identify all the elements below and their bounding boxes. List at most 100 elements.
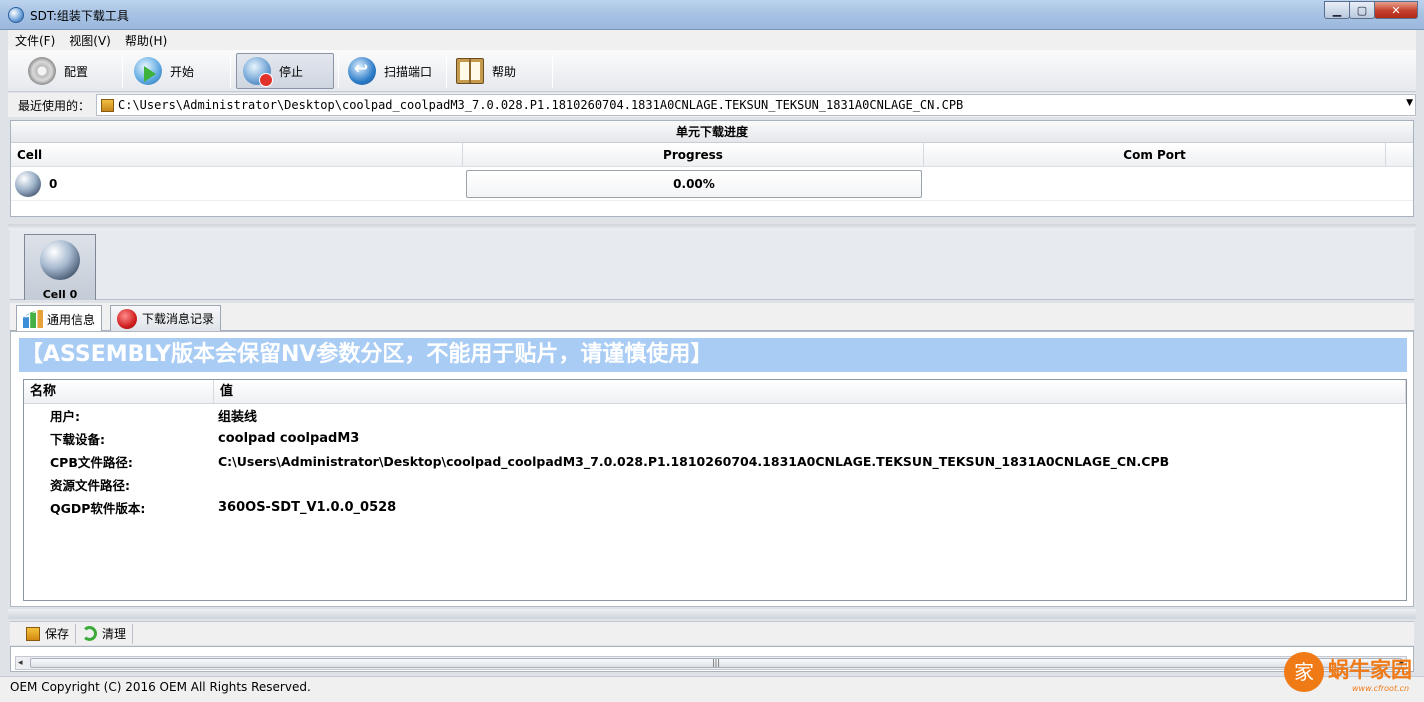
cell-tab-strip: Cell 0 xyxy=(10,230,1414,301)
scan-port-label: 扫描端口 xyxy=(384,64,433,79)
start-icon xyxy=(134,57,162,85)
info-table: 名称 值 用户: 组装线 下载设备: coolpad coolpadM3 CPB… xyxy=(23,379,1407,601)
message-log-icon xyxy=(117,308,137,329)
stop-button[interactable]: 停止 xyxy=(236,53,334,89)
table-row[interactable]: QGDP软件版本: 360OS-SDT_V1.0.0_0528 xyxy=(24,496,1406,519)
recent-bar: 最近使用的： C:\Users\Administrator\Desktop\co… xyxy=(8,93,1416,117)
tab-general-info[interactable]: 通用信息 xyxy=(16,305,103,332)
cell-table-header: Cell Progress Com Port xyxy=(11,143,1413,167)
toolbar-separator xyxy=(230,54,231,88)
toolbar-separator xyxy=(446,54,447,88)
help-label: 帮助 xyxy=(492,64,517,79)
toolbar-separator xyxy=(122,54,123,88)
table-row[interactable]: 用户: 组装线 xyxy=(24,404,1406,427)
table-row[interactable]: 资源文件路径: xyxy=(24,473,1406,496)
menu-bar: 文件(F) 视图(V) 帮助(H) xyxy=(8,30,1416,50)
refresh-icon xyxy=(82,626,98,641)
chevron-down-icon[interactable]: ▼ xyxy=(1406,98,1413,108)
stop-icon xyxy=(243,57,273,87)
info-key: 用户: xyxy=(50,409,80,424)
bar-chart-icon xyxy=(23,310,43,328)
scan-port-icon xyxy=(348,57,376,85)
cell-id-cell: 0 xyxy=(11,170,463,197)
log-splitter[interactable] xyxy=(8,609,1416,619)
col-cell[interactable]: Cell xyxy=(11,143,463,166)
app-icon xyxy=(8,7,24,23)
save-icon xyxy=(26,626,40,641)
toolbar-separator xyxy=(338,54,339,88)
col-com-port[interactable]: Com Port xyxy=(924,143,1386,166)
recent-file-path: C:\Users\Administrator\Desktop\coolpad_c… xyxy=(118,98,964,112)
stop-label: 停止 xyxy=(279,64,304,79)
close-button[interactable]: ✕ xyxy=(1374,1,1418,19)
menu-view[interactable]: 视图(V) xyxy=(62,32,118,49)
scroll-left-icon[interactable]: ◂ xyxy=(18,657,23,669)
info-table-header: 名称 值 xyxy=(24,380,1406,404)
info-value: 360OS-SDT_V1.0.0_0528 xyxy=(218,500,397,515)
clear-button[interactable]: 清理 xyxy=(76,623,134,644)
recent-label: 最近使用的： xyxy=(18,98,91,113)
save-button[interactable]: 保存 xyxy=(20,623,77,644)
watermark-badge: 家 xyxy=(1284,652,1324,692)
info-value: 组装线 xyxy=(218,410,258,425)
window-controls: ▁ ▢ ✕ xyxy=(1324,1,1418,19)
title-bar: SDT:组装下载工具 ▁ ▢ ✕ xyxy=(0,0,1424,30)
table-row[interactable]: 下载设备: coolpad coolpadM3 xyxy=(24,427,1406,450)
recent-file-combobox[interactable]: C:\Users\Administrator\Desktop\coolpad_c… xyxy=(96,94,1416,116)
globe-icon xyxy=(40,240,80,280)
window-title: SDT:组装下载工具 xyxy=(30,9,129,23)
col-value[interactable]: 值 xyxy=(214,380,1406,403)
device-globe-icon xyxy=(15,170,41,197)
gear-icon xyxy=(28,57,56,85)
log-toolbar: 保存 清理 xyxy=(10,621,1414,645)
watermark-text: 蜗牛家园 xyxy=(1328,657,1412,682)
download-progress-bar: 0.00% xyxy=(466,169,922,198)
start-label: 开始 xyxy=(170,64,195,79)
watermark-url: www.cfroot.cn xyxy=(1352,684,1410,693)
cell-progress-header: 单元下载进度 xyxy=(11,121,1413,143)
help-button[interactable]: 帮助 xyxy=(450,53,550,89)
table-row[interactable]: CPB文件路径: C:\Users\Administrator\Desktop\… xyxy=(24,450,1406,473)
maximize-button[interactable]: ▢ xyxy=(1349,1,1375,19)
tab-download-log[interactable]: 下载消息记录 xyxy=(110,305,222,331)
config-button[interactable]: 配置 xyxy=(22,53,122,89)
scrollbar-grip: ||| xyxy=(711,658,721,667)
info-value: coolpad coolpadM3 xyxy=(218,431,360,446)
info-key: 下载设备: xyxy=(50,432,105,447)
warning-banner: 【ASSEMBLY版本会保留NV参数分区，不能用于贴片，请谨慎使用】 xyxy=(19,338,1407,372)
info-key: 资源文件路径: xyxy=(50,478,130,493)
clear-label: 清理 xyxy=(102,627,127,641)
toolbar-separator xyxy=(552,54,553,88)
scrollbar-thumb[interactable]: ||| xyxy=(30,658,1402,668)
cell-id: 0 xyxy=(49,176,58,191)
copyright-text: OEM Copyright (C) 2016 OEM All Rights Re… xyxy=(10,680,311,694)
cell-progress-panel: 单元下载进度 Cell Progress Com Port 0 0.00% xyxy=(10,120,1414,217)
scan-port-button[interactable]: 扫描端口 xyxy=(342,53,442,89)
info-tabs: 通用信息 下载消息记录 xyxy=(10,303,1414,332)
minimize-button[interactable]: ▁ xyxy=(1324,1,1350,19)
col-name[interactable]: 名称 xyxy=(24,380,214,403)
info-key: QGDP软件版本: xyxy=(50,501,146,516)
cell-tab-label: Cell 0 xyxy=(42,288,78,301)
menu-help[interactable]: 帮助(H) xyxy=(118,32,174,49)
cell-0-tab[interactable]: Cell 0 xyxy=(24,234,96,301)
config-label: 配置 xyxy=(64,64,89,79)
main-toolbar: 配置 开始 停止 扫描端口 帮助 xyxy=(8,50,1416,92)
save-label: 保存 xyxy=(45,627,70,641)
status-bar: OEM Copyright (C) 2016 OEM All Rights Re… xyxy=(0,676,1424,702)
cpb-file-icon xyxy=(101,98,114,112)
col-progress[interactable]: Progress xyxy=(463,143,924,166)
general-info-panel: 【ASSEMBLY版本会保留NV参数分区，不能用于贴片，请谨慎使用】 名称 值 … xyxy=(10,331,1414,607)
horizontal-scrollbar[interactable]: ◂ ||| ▸ xyxy=(15,656,1407,670)
watermark-logo: 家 蜗牛家园 www.cfroot.cn xyxy=(1270,650,1420,700)
tab-general-info-label: 通用信息 xyxy=(47,312,96,327)
progress-cell: 0.00% xyxy=(463,169,924,198)
start-button[interactable]: 开始 xyxy=(128,53,228,89)
info-key: CPB文件路径: xyxy=(50,455,133,470)
table-row[interactable]: 0 0.00% xyxy=(11,167,1413,201)
info-value: C:\Users\Administrator\Desktop\coolpad_c… xyxy=(218,454,1170,469)
tab-download-log-label: 下载消息记录 xyxy=(142,312,215,326)
menu-file[interactable]: 文件(F) xyxy=(8,32,62,49)
help-book-icon xyxy=(456,58,484,84)
log-list: ◂ ||| ▸ xyxy=(10,646,1414,672)
